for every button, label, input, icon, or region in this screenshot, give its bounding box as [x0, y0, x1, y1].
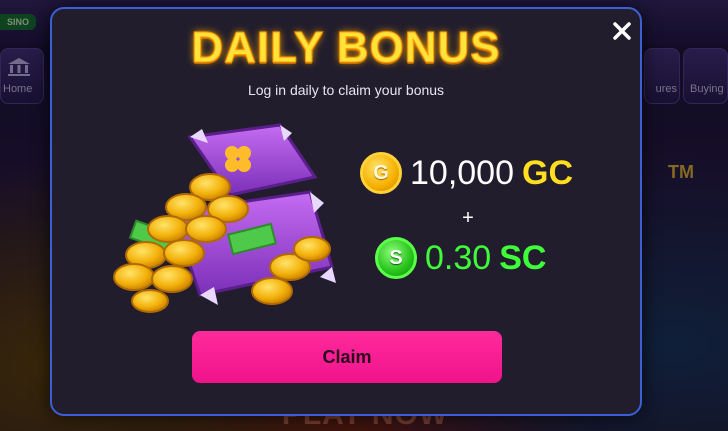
sweeps-coins-amount: 0.30 — [425, 238, 492, 277]
treasure-chest-icon — [113, 123, 336, 313]
close-button[interactable] — [606, 15, 638, 47]
gold-coins-currency: GC — [522, 153, 573, 192]
sweeps-coin-icon: S — [375, 237, 417, 279]
sweeps-coins-currency: SC — [499, 238, 547, 277]
gold-coins-amount: 10,000 — [410, 153, 514, 192]
modal-title: DAILY BONUS — [191, 23, 501, 73]
modal-subtitle: Log in daily to claim your bonus — [247, 82, 445, 98]
gold-coins-reward: G 10,000 GC — [360, 152, 573, 194]
plus-sign: + — [462, 207, 474, 229]
close-icon — [613, 22, 631, 40]
sweeps-coins-reward: S 0.30 SC — [375, 237, 546, 279]
gold-coin-icon: G — [360, 152, 402, 194]
daily-bonus-modal: DAILY BONUS Log in daily to claim your b… — [50, 7, 642, 416]
claim-button[interactable]: Claim — [192, 331, 502, 383]
